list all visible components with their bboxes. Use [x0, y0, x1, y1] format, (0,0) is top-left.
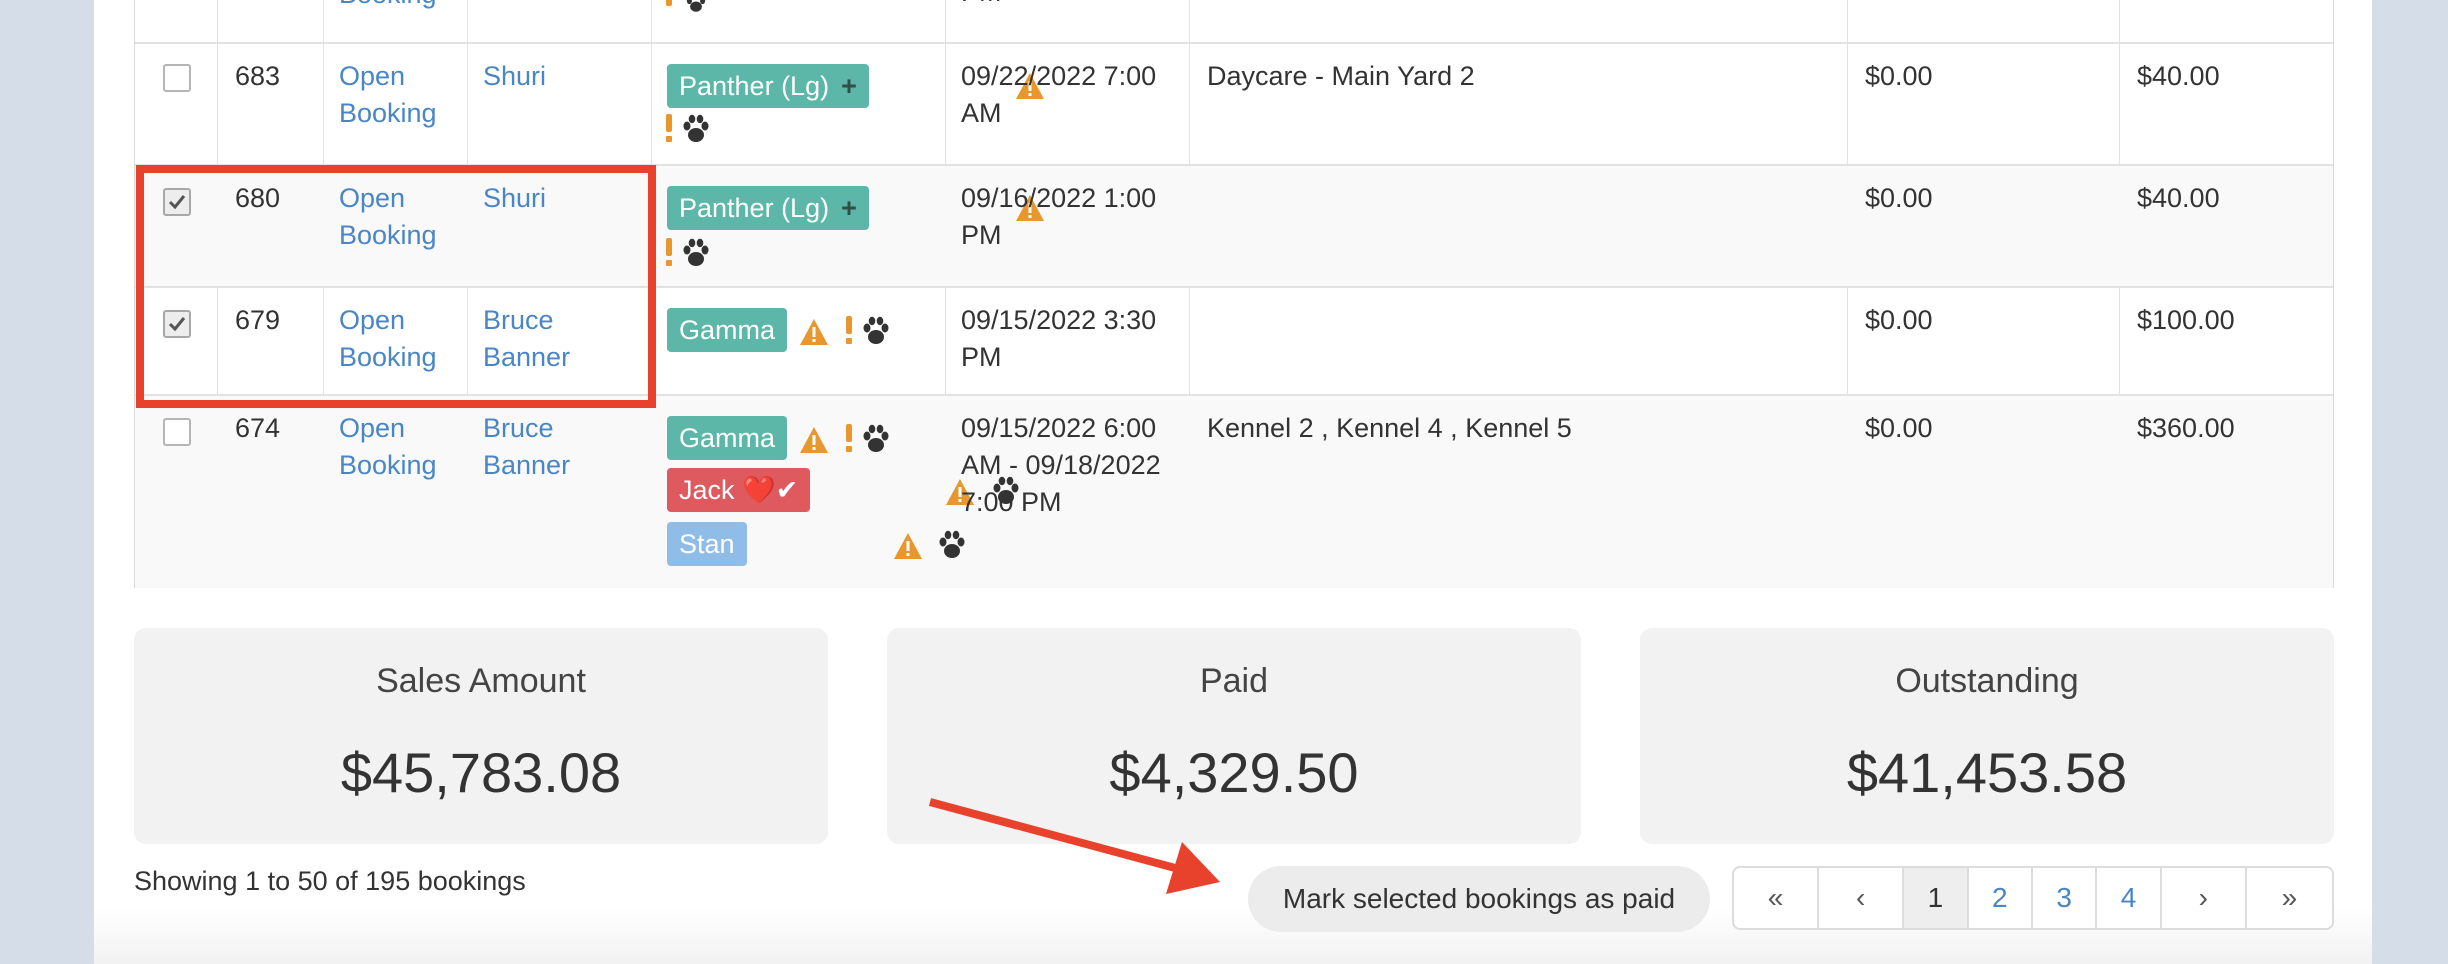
booking-date: 09/15/2022 3:30 PM	[961, 305, 1157, 372]
table-row: 674 Open Booking Bruce Banner Gamma Jack ❤…	[135, 394, 2333, 588]
exclamation-icon	[666, 238, 672, 266]
next-page-button[interactable]: ›	[2162, 868, 2247, 928]
page-button-3[interactable]: 3	[2033, 868, 2098, 928]
pet-badge[interactable]: Panther (Lg) +	[667, 64, 869, 108]
sales-amount-card: Sales Amount $45,783.08	[134, 628, 828, 844]
table-row: 683 Open Booking Shuri Panther (Lg) + 09/2…	[135, 42, 2333, 166]
pet-badge[interactable]: Panther (Lg) +	[667, 186, 869, 230]
booking-id: 674	[235, 413, 281, 443]
warning-triangle-icon	[800, 427, 828, 453]
total-amount: $360.00	[2137, 413, 2235, 443]
paw-icon	[683, 238, 709, 266]
exclamation-icon	[846, 316, 852, 344]
paw-icon	[863, 316, 889, 344]
open-booking-link[interactable]: Booking	[339, 0, 437, 13]
annotation-arrow-icon	[928, 798, 1220, 894]
exclamation-icon	[846, 424, 852, 452]
open-booking-link[interactable]: Open Booking	[339, 58, 437, 132]
paw-icon	[686, 0, 706, 12]
booking-date: 09/16/2022 1:00 PM	[961, 183, 1157, 250]
kennel: Daycare - Main Yard 2	[1207, 61, 1475, 91]
table-row: Booking PM	[135, 0, 2333, 42]
paw-icon	[683, 114, 709, 142]
pet-badge[interactable]: Gamma	[667, 416, 788, 460]
showing-count: Showing 1 to 50 of 195 bookings	[134, 866, 526, 896]
card-label: Sales Amount	[376, 662, 586, 700]
card-label: Paid	[1199, 662, 1269, 700]
total-amount: $40.00	[2137, 61, 2220, 91]
page-button-2[interactable]: 2	[1969, 868, 2033, 928]
last-page-button[interactable]: »	[2247, 868, 2332, 928]
card-value: $45,783.08	[340, 741, 622, 804]
plus-icon: +	[841, 193, 857, 223]
exclamation-icon	[666, 114, 672, 142]
prev-page-button[interactable]: ‹	[1819, 868, 1905, 928]
card-label: Outstanding	[1895, 662, 2079, 700]
booking-date: 09/22/2022 7:00 AM	[961, 61, 1157, 128]
page-button-1[interactable]: 1	[1904, 868, 1969, 928]
pagination: « ‹ 1 2 3 4 › »	[1732, 866, 2334, 930]
paid-amount: $0.00	[1865, 413, 1933, 443]
first-page-button[interactable]: «	[1734, 868, 1820, 928]
plus-icon: +	[841, 71, 857, 101]
mark-selected-paid-button[interactable]: Mark selected bookings as paid	[1248, 866, 1710, 932]
warning-triangle-icon	[800, 319, 828, 345]
customer-link[interactable]: Shuri	[483, 58, 546, 95]
paw-icon	[863, 424, 889, 452]
pet-badge[interactable]: Gamma	[667, 308, 788, 352]
row-select-checkbox[interactable]	[163, 64, 191, 92]
card-value: $41,453.58	[1846, 741, 2128, 804]
booking-id: 683	[235, 61, 281, 91]
row-select-checkbox[interactable]	[163, 418, 191, 446]
paid-amount: $0.00	[1865, 305, 1933, 335]
page-button-4[interactable]: 4	[2097, 868, 2162, 928]
outstanding-card: Outstanding $41,453.58	[1640, 628, 2334, 844]
selection-highlight-box	[136, 165, 656, 408]
open-booking-link[interactable]: Open Booking	[339, 410, 437, 484]
pet-badge[interactable]: Jack ❤️✔	[667, 468, 811, 512]
exclamation-icon	[666, 0, 672, 6]
paid-amount: $0.00	[1865, 61, 1933, 91]
paid-amount: $0.00	[1865, 183, 1933, 213]
paw-icon	[939, 530, 965, 558]
total-amount: $100.00	[2137, 305, 2235, 335]
kennel: Kennel 2 , Kennel 4 , Kennel 5	[1207, 413, 1572, 443]
warning-triangle-icon	[894, 533, 922, 559]
booking-date: 09/15/2022 6:00 AM - 09/18/2022 7:00 PM	[961, 413, 1161, 517]
customer-link[interactable]: Bruce Banner	[483, 410, 570, 484]
total-amount: $40.00	[2137, 183, 2220, 213]
pet-badge[interactable]: Stan	[667, 522, 747, 566]
